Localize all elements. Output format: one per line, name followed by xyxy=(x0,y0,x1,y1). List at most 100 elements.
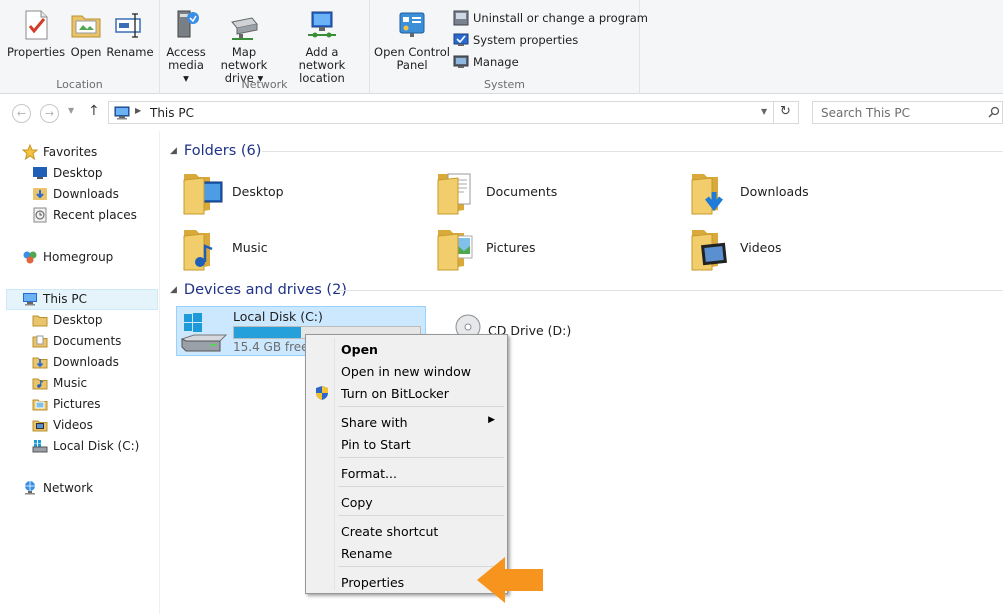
nav-thispc-desktop[interactable]: Desktop xyxy=(32,309,103,330)
this-pc-icon xyxy=(114,106,130,120)
menu-item-pin-to-start[interactable]: Pin to Start xyxy=(308,433,505,455)
open-label: Open xyxy=(70,45,102,59)
nav-homegroup-label: Homegroup xyxy=(43,249,114,264)
pictures-folder-large-icon xyxy=(437,230,473,271)
windows-drive-icon xyxy=(180,313,228,352)
desktop-folder-icon xyxy=(183,174,223,215)
nav-thispc-pictures-label: Pictures xyxy=(53,396,101,411)
open-control-panel-button[interactable]: Open Control Panel xyxy=(374,8,450,72)
videos-folder-large-icon xyxy=(691,230,727,271)
menu-item-open-new-window[interactable]: Open in new window xyxy=(308,360,505,382)
menu-item-create-shortcut-label: Create shortcut xyxy=(341,524,439,539)
nav-thispc-desktop-label: Desktop xyxy=(53,312,103,327)
address-bar[interactable]: ▶ This PC ▼ ↻ xyxy=(108,101,799,124)
folder-documents-label: Documents xyxy=(486,183,558,199)
nav-thispc-downloads-label: Downloads xyxy=(53,354,119,369)
system-group-label: System xyxy=(483,78,526,91)
menu-item-bitlocker-label: Turn on BitLocker xyxy=(341,386,449,401)
properties-button[interactable]: Properties xyxy=(6,8,66,59)
menu-item-share-with[interactable]: Share with ▶ xyxy=(308,411,505,433)
nav-thispc-local-disk[interactable]: Local Disk (C:) xyxy=(32,435,139,456)
videos-folder-icon xyxy=(32,420,48,431)
folder-music-label: Music xyxy=(232,239,268,255)
menu-separator xyxy=(338,486,504,487)
back-button[interactable]: ← xyxy=(12,104,31,123)
breadcrumb-this-pc[interactable]: This PC xyxy=(150,106,194,120)
menu-item-format[interactable]: Format... xyxy=(308,462,505,484)
forward-button[interactable]: → xyxy=(40,104,59,123)
system-properties-button[interactable]: System properties xyxy=(453,31,578,49)
menu-item-copy-label: Copy xyxy=(341,495,373,510)
nav-thispc-pictures[interactable]: Pictures xyxy=(32,393,101,414)
devices-group-header[interactable]: ◢ Devices and drives (2) xyxy=(170,279,347,301)
access-media-button[interactable]: Access media ▾ xyxy=(164,8,208,85)
desktop-icon xyxy=(33,166,47,179)
address-dropdown-icon[interactable]: ▼ xyxy=(761,107,767,116)
music-folder-large-icon xyxy=(183,230,213,271)
menu-separator xyxy=(338,457,504,458)
menu-item-bitlocker[interactable]: Turn on BitLocker xyxy=(308,382,505,404)
menu-item-open[interactable]: Open xyxy=(308,338,505,360)
menu-item-properties-label: Properties xyxy=(341,575,405,590)
open-icon xyxy=(71,15,101,38)
folder-downloads[interactable]: Downloads xyxy=(688,165,928,217)
menu-separator xyxy=(338,515,504,516)
nav-thispc-downloads[interactable]: Downloads xyxy=(32,351,119,372)
map-network-drive-button[interactable]: Map network drive ▾ xyxy=(208,8,280,85)
folders-group-header[interactable]: ◢ Folders (6) xyxy=(170,140,261,162)
add-network-location-icon xyxy=(308,11,336,38)
search-input[interactable]: Search This PC xyxy=(812,101,1003,124)
ribbon-group-network: Access media ▾ Map network drive ▾ Add a… xyxy=(160,0,370,94)
network-icon xyxy=(25,480,35,494)
collapse-chevron-icon: ◢ xyxy=(170,146,177,156)
menu-item-open-label: Open xyxy=(341,342,378,357)
recent-places-icon xyxy=(33,207,47,222)
back-arrow-icon: ← xyxy=(16,107,27,120)
menu-item-rename-label: Rename xyxy=(341,546,393,561)
uac-shield-icon xyxy=(316,386,328,400)
menu-item-copy[interactable]: Copy xyxy=(308,491,505,513)
folder-music[interactable]: Music xyxy=(180,221,420,273)
menu-item-create-shortcut[interactable]: Create shortcut xyxy=(308,520,505,542)
manage-button[interactable]: Manage xyxy=(453,53,519,71)
open-button[interactable]: Open xyxy=(66,8,106,59)
properties-icon xyxy=(25,10,48,40)
nav-favorites-recent-places[interactable]: Recent places xyxy=(32,204,137,225)
up-button[interactable]: ↑ xyxy=(88,103,100,119)
folders-header-label: Folders (6) xyxy=(183,143,262,159)
folder-desktop[interactable]: Desktop xyxy=(180,165,420,217)
submenu-arrow-icon: ▶ xyxy=(488,415,495,425)
network-group-label: Network xyxy=(241,78,288,91)
rename-button[interactable]: Rename xyxy=(106,8,154,59)
manage-icon xyxy=(453,55,469,68)
nav-this-pc[interactable]: This PC xyxy=(22,288,87,309)
navigation-pane: Favorites Desktop Downloads Recent place… xyxy=(0,131,160,614)
nav-favorites-downloads-label: Downloads xyxy=(53,186,119,201)
nav-homegroup[interactable]: Homegroup xyxy=(22,246,113,267)
folder-videos[interactable]: Videos xyxy=(688,221,928,273)
nav-thispc-videos-label: Videos xyxy=(53,417,93,432)
documents-folder-icon xyxy=(32,335,48,347)
nav-network[interactable]: Network xyxy=(22,477,93,498)
star-icon xyxy=(22,143,38,160)
nav-thispc-videos[interactable]: Videos xyxy=(32,414,93,435)
nav-network-label: Network xyxy=(43,480,94,495)
nav-favorites-desktop[interactable]: Desktop xyxy=(32,162,103,183)
refresh-icon[interactable]: ↻ xyxy=(780,104,791,119)
drive-c-usage-fill xyxy=(234,327,301,338)
nav-thispc-documents[interactable]: Documents xyxy=(32,330,121,351)
recent-locations-dropdown[interactable]: ▼ xyxy=(68,106,74,115)
map-network-drive-label: Map network xyxy=(220,45,268,72)
uninstall-program-button[interactable]: Uninstall or change a program xyxy=(453,9,648,27)
folder-documents[interactable]: Documents xyxy=(434,165,674,217)
nav-thispc-music[interactable]: Music xyxy=(32,372,87,393)
uninstall-program-label: Uninstall or change a program xyxy=(473,11,648,25)
music-folder-icon xyxy=(32,378,48,389)
nav-favorites-downloads[interactable]: Downloads xyxy=(32,183,119,204)
add-network-location-button[interactable]: Add a network location xyxy=(282,8,362,85)
forward-arrow-icon: → xyxy=(44,107,55,120)
nav-favorites-recent-places-label: Recent places xyxy=(53,207,137,222)
folder-videos-label: Videos xyxy=(740,239,782,255)
folder-pictures[interactable]: Pictures xyxy=(434,221,674,273)
nav-favorites[interactable]: Favorites xyxy=(22,141,97,162)
